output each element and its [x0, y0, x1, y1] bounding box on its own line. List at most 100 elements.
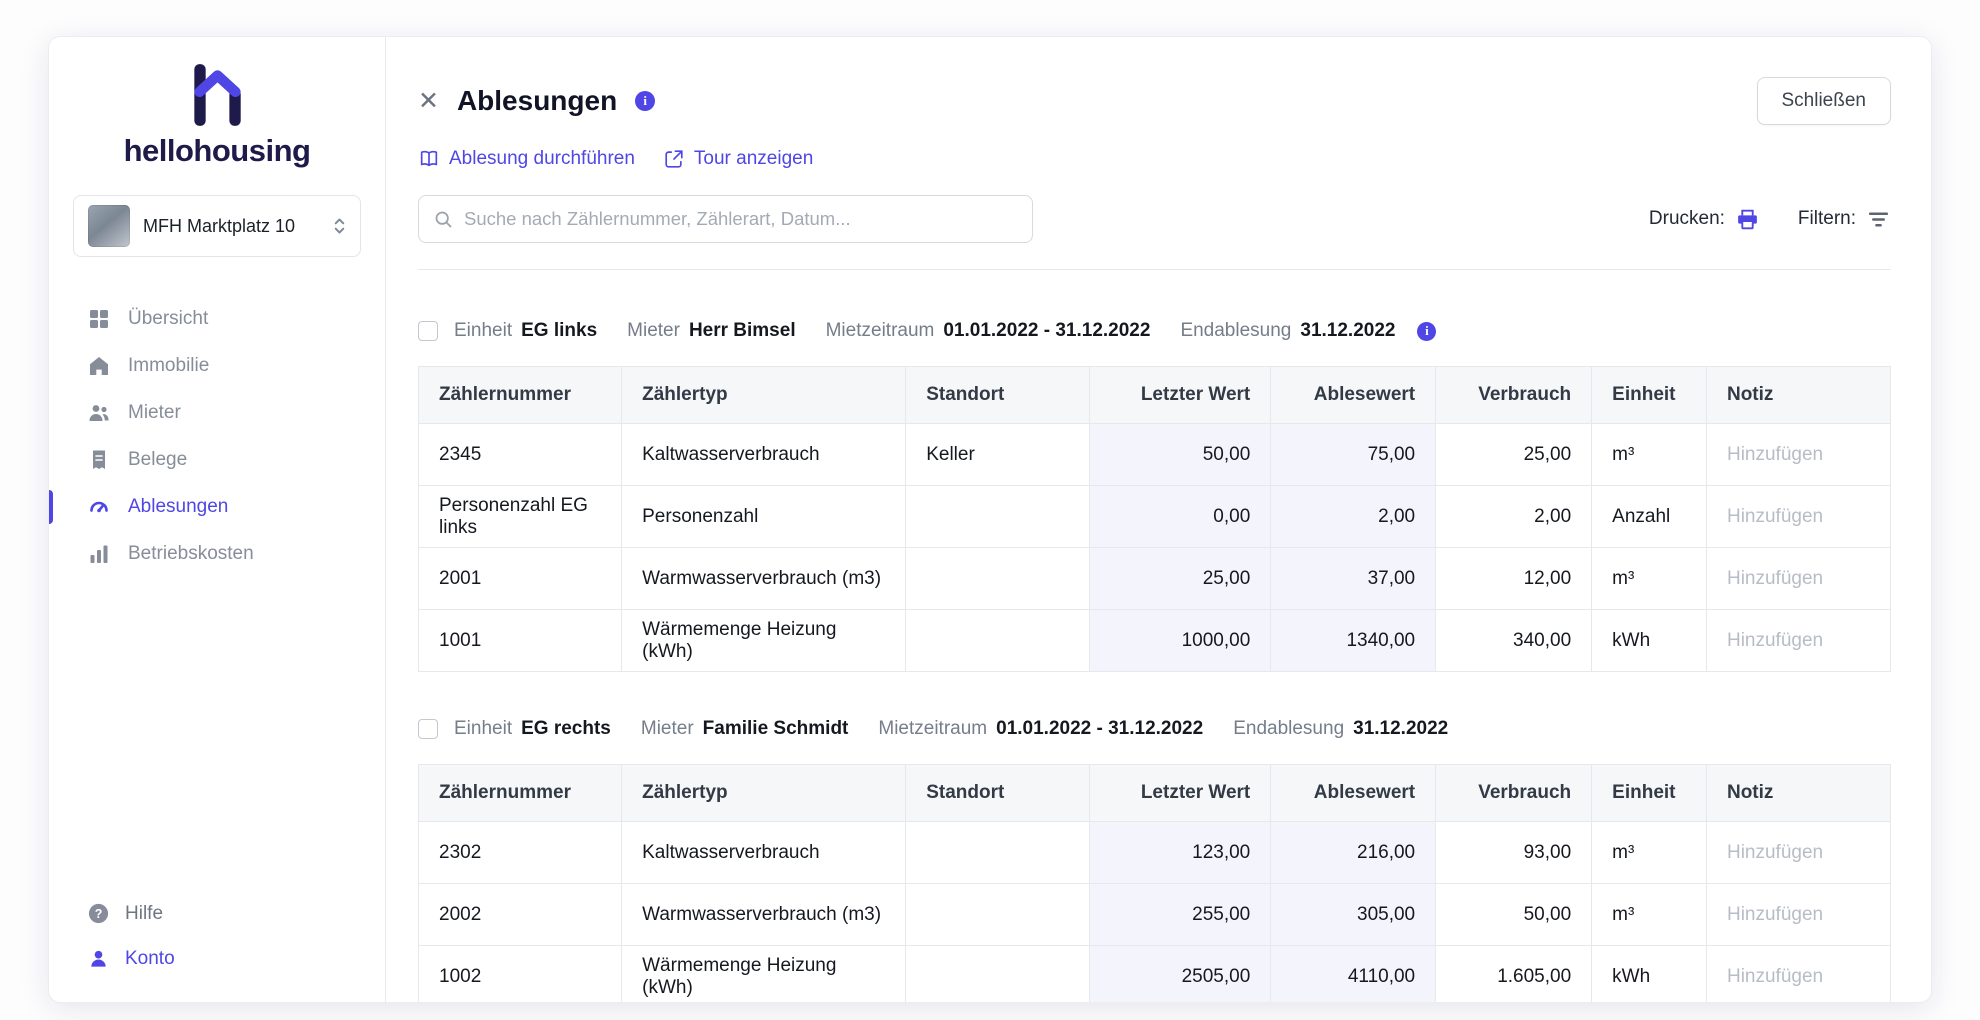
main-content: ✕ Ablesungen Schließen Ablesung durchfüh…: [386, 37, 1931, 1002]
unit-checkbox[interactable]: [418, 321, 438, 341]
svg-text:?: ?: [95, 907, 103, 921]
sidebar-item-label: Belege: [128, 449, 187, 471]
col-header-standort: Standort: [906, 367, 1090, 424]
col-header-verbrauch: Verbrauch: [1436, 367, 1592, 424]
cell-verbrauch: 1.605,00: [1436, 946, 1592, 1003]
cell-zaehlertyp: Wärmemenge Heizung (kWh): [622, 946, 906, 1003]
einheit-value: EG rechts: [521, 718, 611, 740]
cell-letzter-wert[interactable]: 255,00: [1090, 884, 1271, 946]
cell-zaehlertyp: Warmwasserverbrauch (m3): [622, 548, 906, 610]
cell-ablesewert[interactable]: 2,00: [1271, 486, 1436, 548]
search-box: [418, 195, 1033, 243]
cell-letzter-wert[interactable]: 25,00: [1090, 548, 1271, 610]
cell-einheit: m³: [1592, 548, 1707, 610]
show-tour-link[interactable]: Tour anzeigen: [663, 148, 813, 170]
sidebar-nav: Übersicht Immobilie Mieter Belege Ablesu…: [49, 295, 385, 577]
unit-checkbox[interactable]: [418, 719, 438, 739]
cell-ablesewert[interactable]: 75,00: [1271, 424, 1436, 486]
meter-icon: [87, 495, 111, 519]
cell-zaehlertyp: Kaltwasserverbrauch: [622, 822, 906, 884]
title-info-icon[interactable]: [635, 91, 655, 111]
cell-zaehlertyp: Personenzahl: [622, 486, 906, 548]
perform-reading-label: Ablesung durchführen: [449, 148, 635, 170]
sidebar-item-label: Betriebskosten: [128, 543, 254, 565]
costs-icon: [87, 542, 111, 566]
cell-zaehlernummer: 2002: [419, 884, 622, 946]
close-icon[interactable]: ✕: [418, 89, 439, 114]
property-thumbnail: [88, 205, 130, 247]
table-row: 2345 Kaltwasserverbrauch Keller 50,00 75…: [419, 424, 1891, 486]
help-label: Hilfe: [125, 903, 163, 925]
tenants-icon: [87, 401, 111, 425]
readings-table-eg-links: Zählernummer Zählertyp Standort Letzter …: [418, 366, 1891, 672]
sidebar-item-belege[interactable]: Belege: [49, 436, 385, 483]
cell-ablesewert[interactable]: 1340,00: [1271, 610, 1436, 672]
cell-letzter-wert[interactable]: 123,00: [1090, 822, 1271, 884]
table-row: Personenzahl EG links Personenzahl 0,00 …: [419, 486, 1891, 548]
cell-standort: [906, 610, 1090, 672]
cell-zaehlertyp: Kaltwasserverbrauch: [622, 424, 906, 486]
readings-table-eg-rechts: Zählernummer Zählertyp Standort Letzter …: [418, 764, 1891, 1002]
property-selector[interactable]: MFH Marktplatz 10: [73, 195, 361, 257]
cell-ablesewert[interactable]: 216,00: [1271, 822, 1436, 884]
cell-standort: [906, 548, 1090, 610]
col-header-einheit: Einheit: [1592, 367, 1707, 424]
cell-letzter-wert[interactable]: 0,00: [1090, 486, 1271, 548]
cell-einheit: kWh: [1592, 946, 1707, 1003]
sidebar-item-uebersicht[interactable]: Übersicht: [49, 295, 385, 342]
print-filter-tools: Drucken: Filtern:: [1649, 207, 1891, 232]
search-input[interactable]: [464, 208, 1018, 230]
account-label: Konto: [125, 948, 175, 970]
help-link[interactable]: ? Hilfe: [87, 902, 385, 925]
printer-icon[interactable]: [1735, 207, 1760, 232]
mietzeitraum-label: Mietzeitraum: [878, 718, 987, 740]
add-note-button[interactable]: Hinzufügen: [1706, 424, 1890, 486]
add-note-button[interactable]: Hinzufügen: [1706, 486, 1890, 548]
sidebar-footer: ? Hilfe Konto: [49, 902, 385, 1002]
page-header: ✕ Ablesungen Schließen: [418, 77, 1891, 125]
sidebar-item-betriebskosten[interactable]: Betriebskosten: [49, 530, 385, 577]
endablesung-info-icon[interactable]: [1417, 322, 1436, 341]
cell-letzter-wert[interactable]: 50,00: [1090, 424, 1271, 486]
add-note-button[interactable]: Hinzufügen: [1706, 610, 1890, 672]
col-header-ablesewert: Ablesewert: [1271, 765, 1436, 822]
sidebar-item-mieter[interactable]: Mieter: [49, 389, 385, 436]
cell-ablesewert[interactable]: 305,00: [1271, 884, 1436, 946]
endablesung-value: 31.12.2022: [1353, 718, 1448, 740]
cell-einheit: m³: [1592, 884, 1707, 946]
cell-ablesewert[interactable]: 4110,00: [1271, 946, 1436, 1003]
add-note-button[interactable]: Hinzufügen: [1706, 946, 1890, 1003]
account-link[interactable]: Konto: [87, 947, 385, 970]
perform-reading-link[interactable]: Ablesung durchführen: [418, 148, 635, 170]
unit-meta-row-eg-rechts: Einheit EG rechts Mieter Familie Schmidt…: [418, 718, 1891, 740]
mietzeitraum-label: Mietzeitraum: [826, 320, 935, 342]
cell-letzter-wert[interactable]: 1000,00: [1090, 610, 1271, 672]
cell-zaehlernummer: 2345: [419, 424, 622, 486]
add-note-button[interactable]: Hinzufügen: [1706, 884, 1890, 946]
sidebar-item-immobilie[interactable]: Immobilie: [49, 342, 385, 389]
sidebar-item-ablesungen[interactable]: Ablesungen: [49, 483, 385, 530]
table-row: 1002 Wärmemenge Heizung (kWh) 2505,00 41…: [419, 946, 1891, 1003]
cell-standort: [906, 822, 1090, 884]
house-icon: [87, 354, 111, 378]
brand-wordmark: hellohousing: [124, 133, 311, 169]
table-row: 1001 Wärmemenge Heizung (kWh) 1000,00 13…: [419, 610, 1891, 672]
endablesung-label: Endablesung: [1180, 320, 1291, 342]
filter-icon[interactable]: [1866, 207, 1891, 232]
add-note-button[interactable]: Hinzufügen: [1706, 548, 1890, 610]
col-header-letzter-wert: Letzter Wert: [1090, 367, 1271, 424]
add-note-button[interactable]: Hinzufügen: [1706, 822, 1890, 884]
sidebar-item-label: Mieter: [128, 402, 181, 424]
sidebar: hellohousing MFH Marktplatz 10 Übersicht…: [49, 37, 386, 1002]
close-button[interactable]: Schließen: [1757, 77, 1892, 125]
cell-verbrauch: 2,00: [1436, 486, 1592, 548]
cell-letzter-wert[interactable]: 2505,00: [1090, 946, 1271, 1003]
cell-verbrauch: 93,00: [1436, 822, 1592, 884]
filter-label: Filtern:: [1798, 208, 1856, 230]
col-header-zaehlertyp: Zählertyp: [622, 367, 906, 424]
col-header-ablesewert: Ablesewert: [1271, 367, 1436, 424]
cell-standort: [906, 486, 1090, 548]
brand-block: hellohousing: [49, 61, 385, 169]
cell-ablesewert[interactable]: 37,00: [1271, 548, 1436, 610]
property-name: MFH Marktplatz 10: [143, 216, 295, 237]
